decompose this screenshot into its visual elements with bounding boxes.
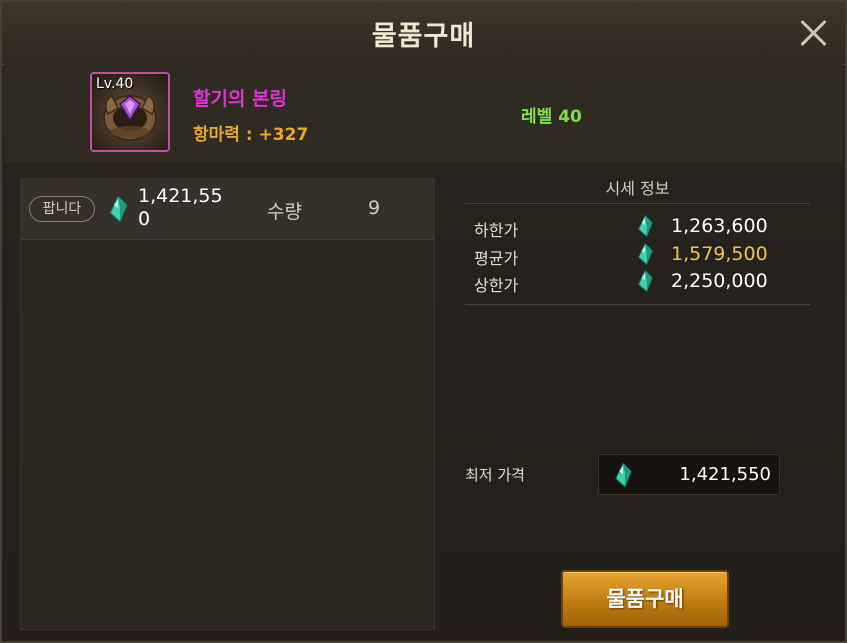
lowest-price-label: 최저 가격 [465,466,525,484]
gem-icon [637,269,653,293]
gem-icon [615,462,632,488]
item-level-requirement: 레벨 40 [521,107,582,127]
gem-icon [637,214,653,238]
item-name: 할기의 본링 [193,88,288,110]
ring-item-icon: Lv.40 [90,72,170,152]
sell-badge: 팝니다 [29,196,95,222]
quantity-label: 수량 [267,201,302,223]
title-bar: 물품구매 [2,2,845,65]
listing-price: 1,421,550 [138,185,223,230]
item-header: Lv.40 할기의 본링 항마력 : +327 레벨 40 [4,64,843,162]
lowest-price-value: 1,421,550 [679,464,771,485]
dialog-title: 물품구매 [371,21,476,52]
purchase-dialog: 물품구매 Lv.40 할기의 본링 항마력 : +327 레벨 40 팝니다 1… [0,0,847,643]
quantity-value: 9 [368,197,381,219]
avg-price-label: 평균가 [474,249,519,268]
item-stat: 항마력 : +327 [193,125,309,145]
close-icon[interactable] [797,16,831,50]
lowest-price-box: 1,421,550 [598,454,780,495]
avg-price-value: 1,579,500 [671,243,768,265]
min-price-label: 하한가 [474,221,519,240]
gem-icon [109,195,128,223]
listing-row[interactable]: 팝니다 1,421,550 수량 9 [21,179,434,240]
divider [465,304,810,305]
min-price-value: 1,263,600 [671,215,768,237]
divider [465,203,810,204]
max-price-label: 상한가 [474,276,519,295]
price-info-title: 시세 정보 [605,179,670,198]
listing-panel: 팝니다 1,421,550 수량 9 [20,178,435,630]
max-price-value: 2,250,000 [671,270,768,292]
buy-button[interactable]: 물품구매 [561,570,729,628]
item-level-badge: Lv.40 [96,76,134,92]
gem-icon [637,242,653,266]
